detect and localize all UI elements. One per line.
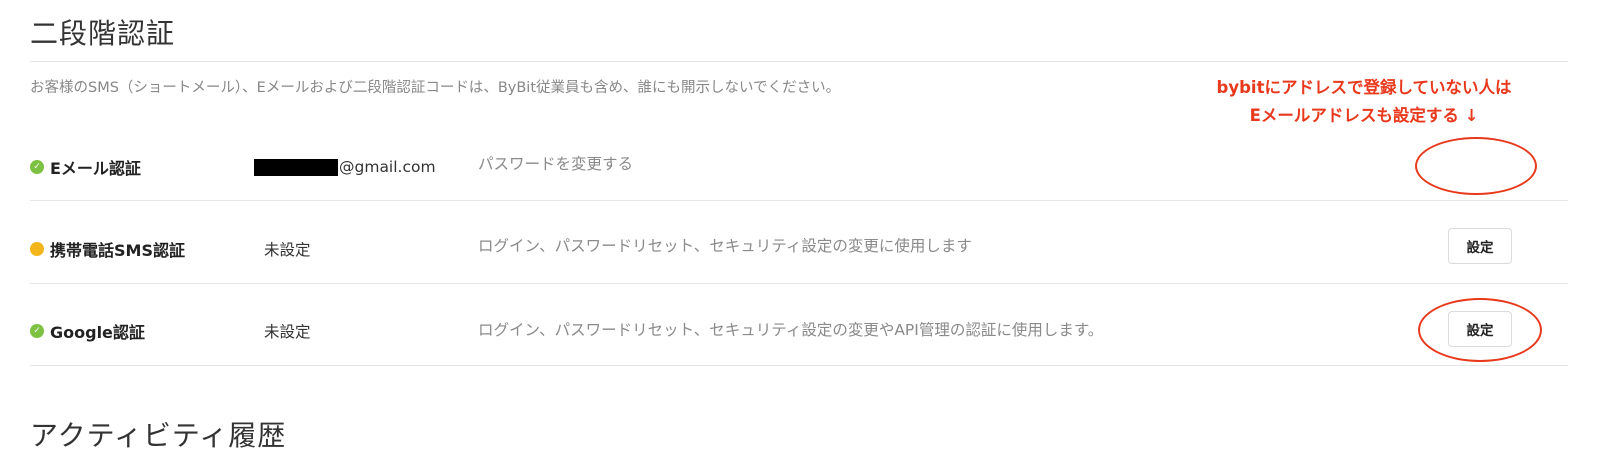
email-auth-label-group: ✓ Eメール認証 [30, 126, 141, 208]
email-auth-description: パスワードを変更する [478, 155, 634, 173]
sms-auth-label: 携帯電話SMS認証 [50, 241, 185, 260]
sms-auth-value: 未設定 [264, 241, 311, 259]
sms-auth-description: ログイン、パスワードリセット、セキュリティ設定の変更に使用します [478, 237, 972, 255]
google-auth-description: ログイン、パスワードリセット、セキュリティ設定の変更やAPI管理の認証に使用しま… [478, 321, 1104, 339]
sms-auth-label-group: 携帯電話SMS認証 [30, 208, 185, 290]
divider [30, 200, 1568, 201]
warning-dot-icon [30, 242, 44, 256]
activity-history-title: アクティビティ履歴 [30, 419, 287, 452]
divider [30, 61, 1568, 62]
security-notice: お客様のSMS（ショートメール）、Eメールおよび二段階認証コードは、ByBit従… [30, 80, 841, 96]
redacted-block [254, 158, 338, 176]
google-auth-label: Google認証 [50, 323, 145, 342]
google-auth-value: 未設定 [264, 323, 311, 341]
divider [30, 283, 1568, 284]
sms-setup-button[interactable]: 設定 [1448, 228, 1512, 264]
annotation-note: bybitにアドレスで登録していない人は Eメールアドレスも設定する ↓ [1192, 74, 1536, 130]
check-circle-icon: ✓ [30, 324, 44, 338]
email-address: @gmail.com [254, 126, 436, 208]
google-auth-row: ✓ Google認証 未設定 ログイン、パスワードリセット、セキュリティ設定の変… [30, 290, 1568, 372]
email-domain: @gmail.com [339, 158, 436, 176]
email-auth-label: Eメール認証 [50, 159, 141, 178]
google-auth-label-group: ✓ Google認証 [30, 290, 145, 372]
page-title: 二段階認証 [30, 17, 176, 50]
sms-auth-row: 携帯電話SMS認証 未設定 ログイン、パスワードリセット、セキュリティ設定の変更… [30, 208, 1568, 290]
annotation-ellipse [1415, 137, 1537, 195]
annotation-ellipse [1418, 298, 1542, 362]
check-circle-icon: ✓ [30, 160, 44, 174]
annotation-line-1: bybitにアドレスで登録していない人は [1216, 78, 1512, 97]
divider [30, 365, 1568, 366]
email-auth-row: ✓ Eメール認証 @gmail.com パスワードを変更する [30, 126, 1568, 208]
